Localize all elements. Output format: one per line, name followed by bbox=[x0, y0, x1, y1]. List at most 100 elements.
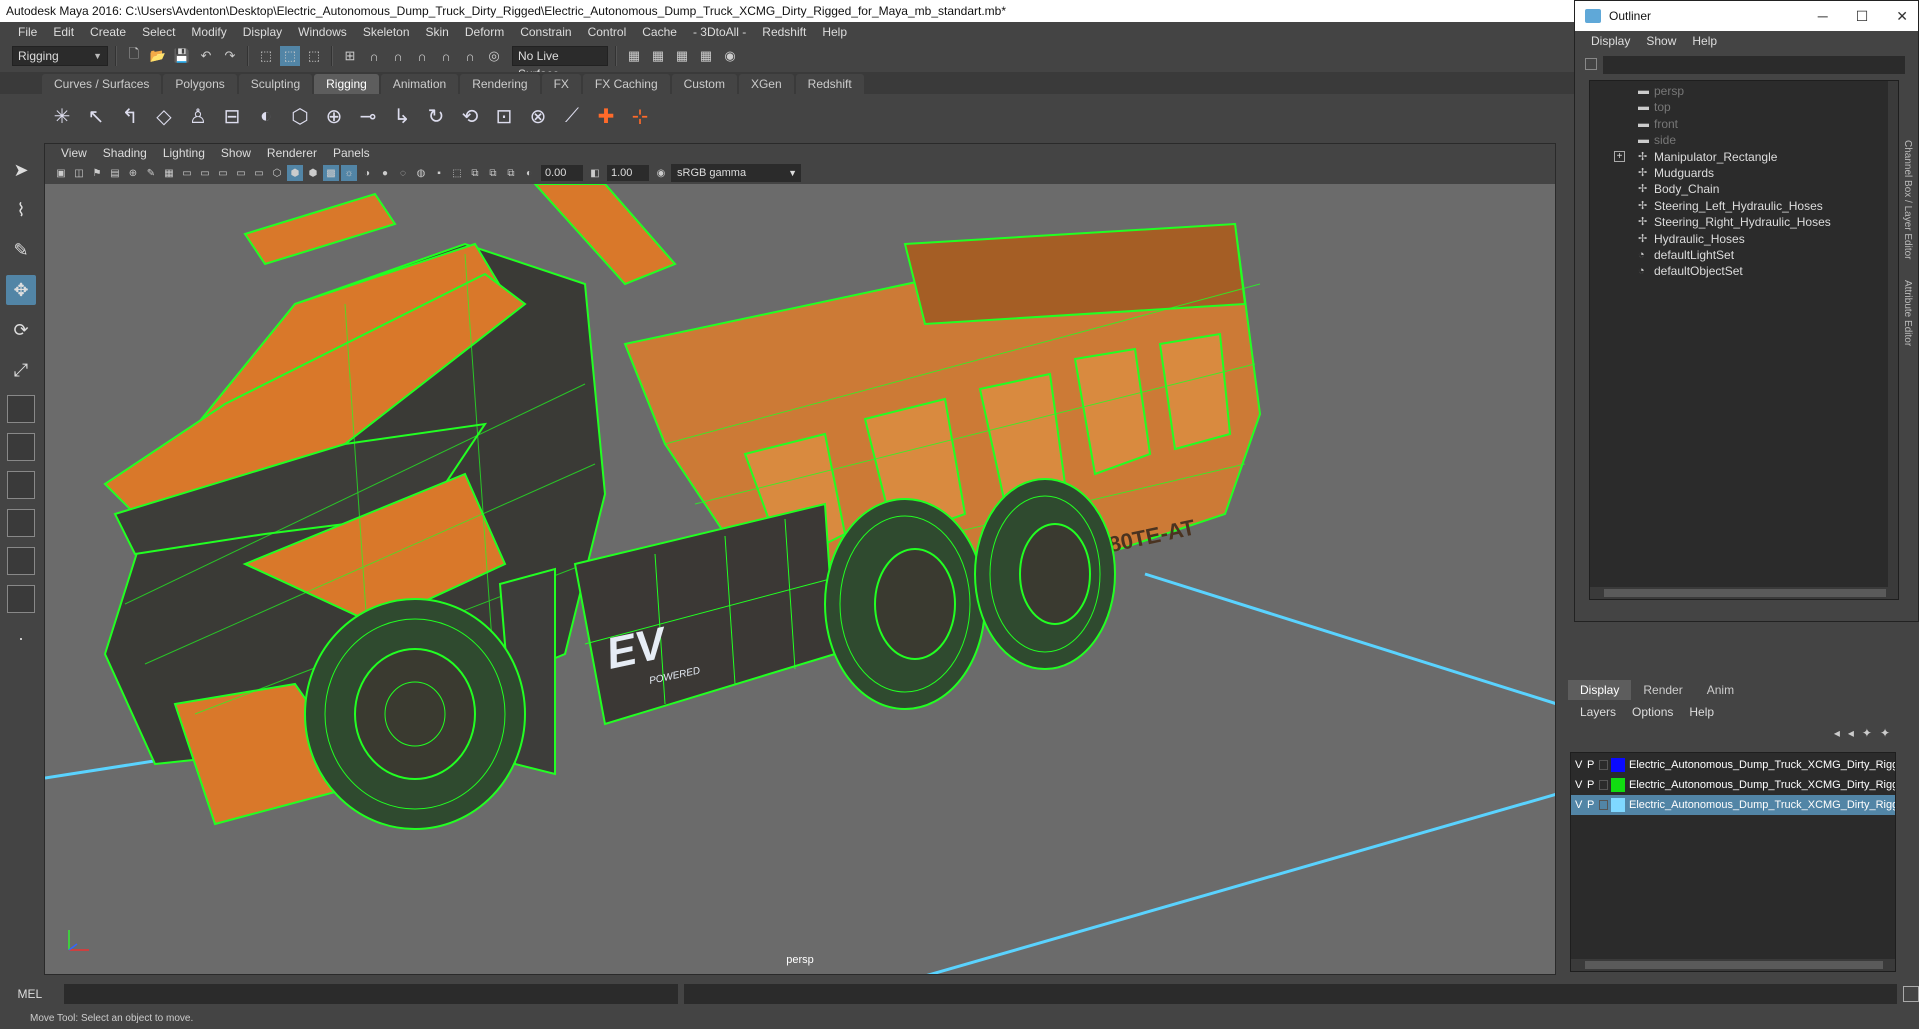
menu-display[interactable]: Display bbox=[235, 22, 290, 42]
save-scene-icon[interactable]: 💾 bbox=[172, 46, 192, 66]
layer-row[interactable]: V P Electric_Autonomous_Dump_Truck_XCMG_Di… bbox=[1571, 795, 1895, 815]
ik-handle-icon[interactable]: ↖ bbox=[82, 102, 110, 130]
layer-tab-anim[interactable]: Anim bbox=[1695, 680, 1746, 700]
ipr-render-icon[interactable]: ▦ bbox=[672, 46, 692, 66]
expand-icon[interactable]: + bbox=[1614, 150, 1625, 162]
rotate-tool-icon[interactable]: ⟳ bbox=[6, 315, 36, 345]
render-view-icon[interactable]: ▦ bbox=[624, 46, 644, 66]
viewport-menu-renderer[interactable]: Renderer bbox=[259, 146, 325, 160]
open-scene-icon[interactable]: 📂 bbox=[148, 46, 168, 66]
xray-joints-icon[interactable]: ⧉ bbox=[485, 165, 501, 181]
hypershade-icon[interactable]: ◉ bbox=[720, 46, 740, 66]
redo-icon[interactable]: ↷ bbox=[220, 46, 240, 66]
wireframe-on-shaded-icon[interactable]: ⬢ bbox=[305, 165, 321, 181]
snap-point-icon[interactable]: ∩ bbox=[388, 46, 408, 66]
wireframe-icon[interactable]: ⬡ bbox=[269, 165, 285, 181]
mirror-joint-icon[interactable]: ◇ bbox=[150, 102, 178, 130]
select-component-icon[interactable]: ⬚ bbox=[304, 46, 324, 66]
snap-grid-icon[interactable]: ⊞ bbox=[340, 46, 360, 66]
layer-menu-options[interactable]: Options bbox=[1624, 705, 1681, 719]
layer-tab-display[interactable]: Display bbox=[1568, 680, 1632, 700]
grid-icon[interactable]: ▦ bbox=[161, 165, 177, 181]
snap-vertex-icon[interactable]: ◎ bbox=[484, 46, 504, 66]
shelf-tab-sculpting[interactable]: Sculpting bbox=[238, 74, 313, 94]
color-management-icon[interactable]: ◉ bbox=[653, 165, 669, 181]
anti-aliasing-icon[interactable]: ◍ bbox=[413, 165, 429, 181]
visibility-toggle[interactable]: V bbox=[1575, 755, 1582, 775]
viewport-menu-lighting[interactable]: Lighting bbox=[155, 146, 213, 160]
perspective-viewport[interactable]: View Shading Lighting Show Renderer Panels ▣ … bbox=[44, 143, 1556, 975]
locator-icon[interactable]: ✚ bbox=[592, 102, 620, 130]
paint-select-icon[interactable]: ✎ bbox=[6, 235, 36, 265]
xray-icon[interactable]: ⧉ bbox=[467, 165, 483, 181]
shelf-tab-rigging[interactable]: Rigging bbox=[314, 74, 379, 94]
use-lights-icon[interactable]: ☼ bbox=[341, 165, 357, 181]
maximize-icon[interactable]: ☐ bbox=[1856, 1, 1869, 31]
playback-toggle[interactable]: P bbox=[1587, 795, 1594, 815]
ik-spline-icon[interactable]: ↰ bbox=[116, 102, 144, 130]
display-type-toggle[interactable] bbox=[1599, 780, 1608, 790]
shelf-tab-fx[interactable]: FX bbox=[541, 74, 581, 94]
menu-3dtoall[interactable]: - 3DtoAll - bbox=[685, 22, 754, 42]
viewport-menu-view[interactable]: View bbox=[53, 146, 95, 160]
scroll-thumb[interactable] bbox=[1585, 961, 1883, 969]
close-icon[interactable]: ✕ bbox=[1896, 1, 1908, 31]
render-settings-icon[interactable]: ▦ bbox=[696, 46, 716, 66]
exposure-field[interactable]: 0.00 bbox=[541, 165, 583, 181]
outliner-menu-show[interactable]: Show bbox=[1638, 34, 1684, 48]
menu-deform[interactable]: Deform bbox=[457, 22, 512, 42]
shadows-icon[interactable]: ◑ bbox=[359, 165, 375, 181]
persp-outliner-layout-icon[interactable] bbox=[7, 509, 35, 537]
move-layer-down-icon[interactable]: ◂ bbox=[1848, 726, 1854, 740]
shelf-tab-xgen[interactable]: XGen bbox=[738, 74, 794, 94]
move-layer-up-icon[interactable]: ◂ bbox=[1834, 726, 1840, 740]
layer-hscrollbar[interactable] bbox=[1571, 959, 1895, 971]
menu-windows[interactable]: Windows bbox=[290, 22, 355, 42]
ao-icon[interactable]: ● bbox=[377, 165, 393, 181]
menu-control[interactable]: Control bbox=[580, 22, 635, 42]
isolate-select-icon[interactable]: ⬚ bbox=[449, 165, 465, 181]
minimize-icon[interactable]: ─ bbox=[1818, 1, 1828, 31]
camera-select-icon[interactable]: ▣ bbox=[53, 165, 69, 181]
viewport-menu-show[interactable]: Show bbox=[213, 146, 259, 160]
shelf-tab-fx-caching[interactable]: FX Caching bbox=[582, 74, 670, 94]
2d-pan-icon[interactable]: ⊕ bbox=[125, 165, 141, 181]
gate-mask-icon[interactable]: ▭ bbox=[215, 165, 231, 181]
safe-action-icon[interactable]: ▭ bbox=[251, 165, 267, 181]
command-input[interactable] bbox=[63, 984, 679, 1004]
viewport-menu-shading[interactable]: Shading bbox=[95, 146, 155, 160]
menu-skeleton[interactable]: Skeleton bbox=[355, 22, 418, 42]
geometry-constraint-icon[interactable]: ⟋ bbox=[558, 102, 586, 130]
menu-create[interactable]: Create bbox=[82, 22, 134, 42]
display-type-toggle[interactable] bbox=[1599, 800, 1608, 810]
shelf-tab-curves-surfaces[interactable]: Curves / Surfaces bbox=[42, 74, 162, 94]
shelf-tab-rendering[interactable]: Rendering bbox=[460, 74, 540, 94]
outliner-item[interactable]: ◔ defaultObjectSet bbox=[1590, 261, 1898, 281]
new-scene-icon[interactable]: 🗋 bbox=[124, 46, 144, 66]
resolution-gate-icon[interactable]: ▭ bbox=[197, 165, 213, 181]
persp-graph-layout-icon[interactable] bbox=[7, 547, 35, 575]
layer-menu-layers[interactable]: Layers bbox=[1572, 705, 1624, 719]
select-hierarchy-icon[interactable]: ⬚ bbox=[256, 46, 276, 66]
humanik-icon[interactable]: ♙ bbox=[184, 102, 212, 130]
menu-constrain[interactable]: Constrain bbox=[512, 22, 579, 42]
new-layer-from-selected-icon[interactable]: ✦ bbox=[1880, 726, 1890, 740]
single-pane-layout-icon[interactable] bbox=[7, 395, 35, 423]
image-plane-icon[interactable]: ▤ bbox=[107, 165, 123, 181]
live-surface-field[interactable]: No Live Surface bbox=[512, 46, 608, 81]
channel-box-tab[interactable]: Channel Box / Layer Editor bbox=[1902, 140, 1913, 260]
viewport-menu-panels[interactable]: Panels bbox=[325, 146, 378, 160]
shelf-tab-redshift[interactable]: Redshift bbox=[795, 74, 864, 94]
scroll-thumb[interactable] bbox=[1604, 589, 1886, 597]
gamma-field[interactable]: 1.00 bbox=[607, 165, 649, 181]
smooth-shade-icon[interactable]: ⬢ bbox=[287, 165, 303, 181]
film-gate-icon[interactable]: ▭ bbox=[179, 165, 195, 181]
menu-skin[interactable]: Skin bbox=[418, 22, 457, 42]
scale-tool-icon[interactable]: ⤢ bbox=[6, 355, 36, 385]
rig-helper-icon[interactable]: ⊹ bbox=[626, 102, 654, 130]
script-editor-icon[interactable] bbox=[1903, 986, 1919, 1002]
bind-skin-icon[interactable]: ⊟ bbox=[218, 102, 246, 130]
layer-row[interactable]: V P Electric_Autonomous_Dump_Truck_XCMG_Di… bbox=[1571, 775, 1895, 795]
layer-menu-help[interactable]: Help bbox=[1681, 705, 1722, 719]
layer-color-swatch[interactable] bbox=[1611, 798, 1625, 812]
